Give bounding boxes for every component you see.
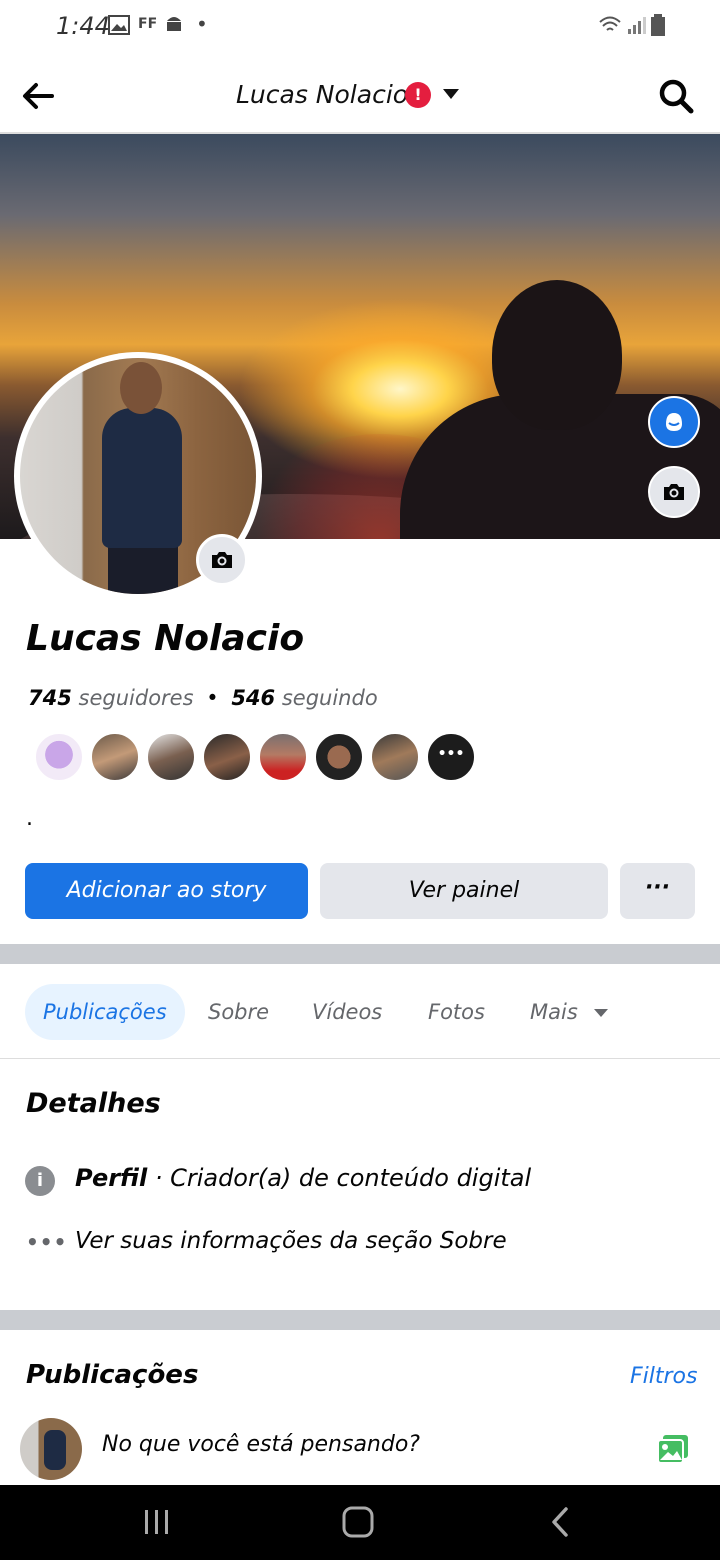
details-title: Detalhes (26, 1088, 161, 1119)
android-icon (167, 17, 181, 31)
back-arrow-icon[interactable] (18, 76, 58, 116)
follow-stats[interactable]: 745 seguidores • 546 seguindo (28, 686, 378, 710)
follower-avatar[interactable] (370, 732, 420, 782)
tab-about[interactable]: Sobre (208, 984, 269, 1040)
follower-avatar[interactable] (34, 732, 84, 782)
follower-avatar[interactable] (90, 732, 140, 782)
search-icon[interactable] (656, 76, 696, 116)
tab-posts[interactable]: Publicações (25, 984, 185, 1040)
about-info-link[interactable]: Ver suas informações da seção Sobre (75, 1228, 507, 1254)
followers-count: 745 (28, 686, 72, 710)
system-nav-bar (0, 1485, 720, 1560)
composer-avatar-figure (44, 1430, 66, 1470)
following-label: seguindo (281, 686, 378, 710)
cover-silhouette-head (492, 280, 622, 430)
profile-tabs: Publicações Sobre Vídeos Fotos Mais (0, 964, 720, 1059)
top-header: Lucas Nolacio ! (0, 52, 720, 134)
avatar-edit-button[interactable] (648, 396, 700, 448)
more-options-button[interactable]: ··· (620, 863, 695, 919)
notification-badge: ! (405, 82, 431, 108)
view-panel-button[interactable]: Ver painel (320, 863, 608, 919)
section-divider (0, 944, 720, 964)
chevron-down-icon (594, 1009, 609, 1017)
status-time: 1:44 (56, 12, 110, 40)
recent-apps-icon[interactable] (140, 1507, 174, 1537)
back-icon[interactable] (546, 1505, 574, 1539)
followers-more-button[interactable]: ••• (426, 732, 476, 782)
status-bar: 1:44 FF • (0, 0, 720, 52)
follower-avatar[interactable] (202, 732, 252, 782)
filters-link[interactable]: Filtros (630, 1364, 697, 1389)
follower-avatar[interactable] (146, 732, 196, 782)
chevron-down-icon[interactable] (443, 89, 459, 99)
tab-more-label: Mais (530, 1000, 578, 1024)
dot-icon: • (196, 12, 208, 36)
wifi-icon (599, 16, 621, 31)
profile-photo-head (120, 362, 162, 414)
cover-camera-button[interactable] (648, 466, 700, 518)
followers-label: seguidores (78, 686, 194, 710)
profile-name: Lucas Nolacio (26, 618, 305, 659)
camera-icon (664, 484, 684, 500)
home-icon[interactable] (340, 1505, 376, 1539)
bio-text: . (26, 806, 33, 831)
following-count: 546 (231, 686, 276, 710)
profile-photo-shirt (102, 408, 182, 548)
profile-camera-button[interactable] (196, 534, 248, 586)
add-story-button[interactable]: Adicionar ao story (25, 863, 308, 919)
info-icon: i (25, 1166, 55, 1196)
detail-profile-category: Perfil · Criador(a) de conteúdo digital (75, 1164, 531, 1192)
ff-icon: FF (138, 16, 158, 32)
camera-icon (212, 552, 232, 568)
tab-videos[interactable]: Vídeos (312, 984, 382, 1040)
stats-separator: • (206, 686, 219, 710)
more-dots-icon: ••• (26, 1230, 68, 1254)
tab-more[interactable]: Mais (530, 984, 609, 1040)
tab-photos[interactable]: Fotos (428, 984, 485, 1040)
profile-category: · Criador(a) de conteúdo digital (147, 1164, 532, 1192)
posts-title: Publicações (26, 1360, 199, 1390)
composer-avatar[interactable] (20, 1418, 82, 1480)
composer-input[interactable]: No que você está pensando? (102, 1432, 420, 1457)
battery-icon (651, 14, 665, 36)
section-divider (0, 1310, 720, 1330)
follower-avatar[interactable] (314, 732, 364, 782)
gallery-icon (108, 15, 130, 35)
signal-icon (628, 17, 646, 34)
avatar-icon (666, 413, 682, 431)
follower-avatar[interactable] (258, 732, 308, 782)
profile-label: Perfil (75, 1164, 148, 1192)
photo-icon[interactable] (657, 1434, 689, 1464)
header-title[interactable]: Lucas Nolacio (236, 80, 408, 109)
